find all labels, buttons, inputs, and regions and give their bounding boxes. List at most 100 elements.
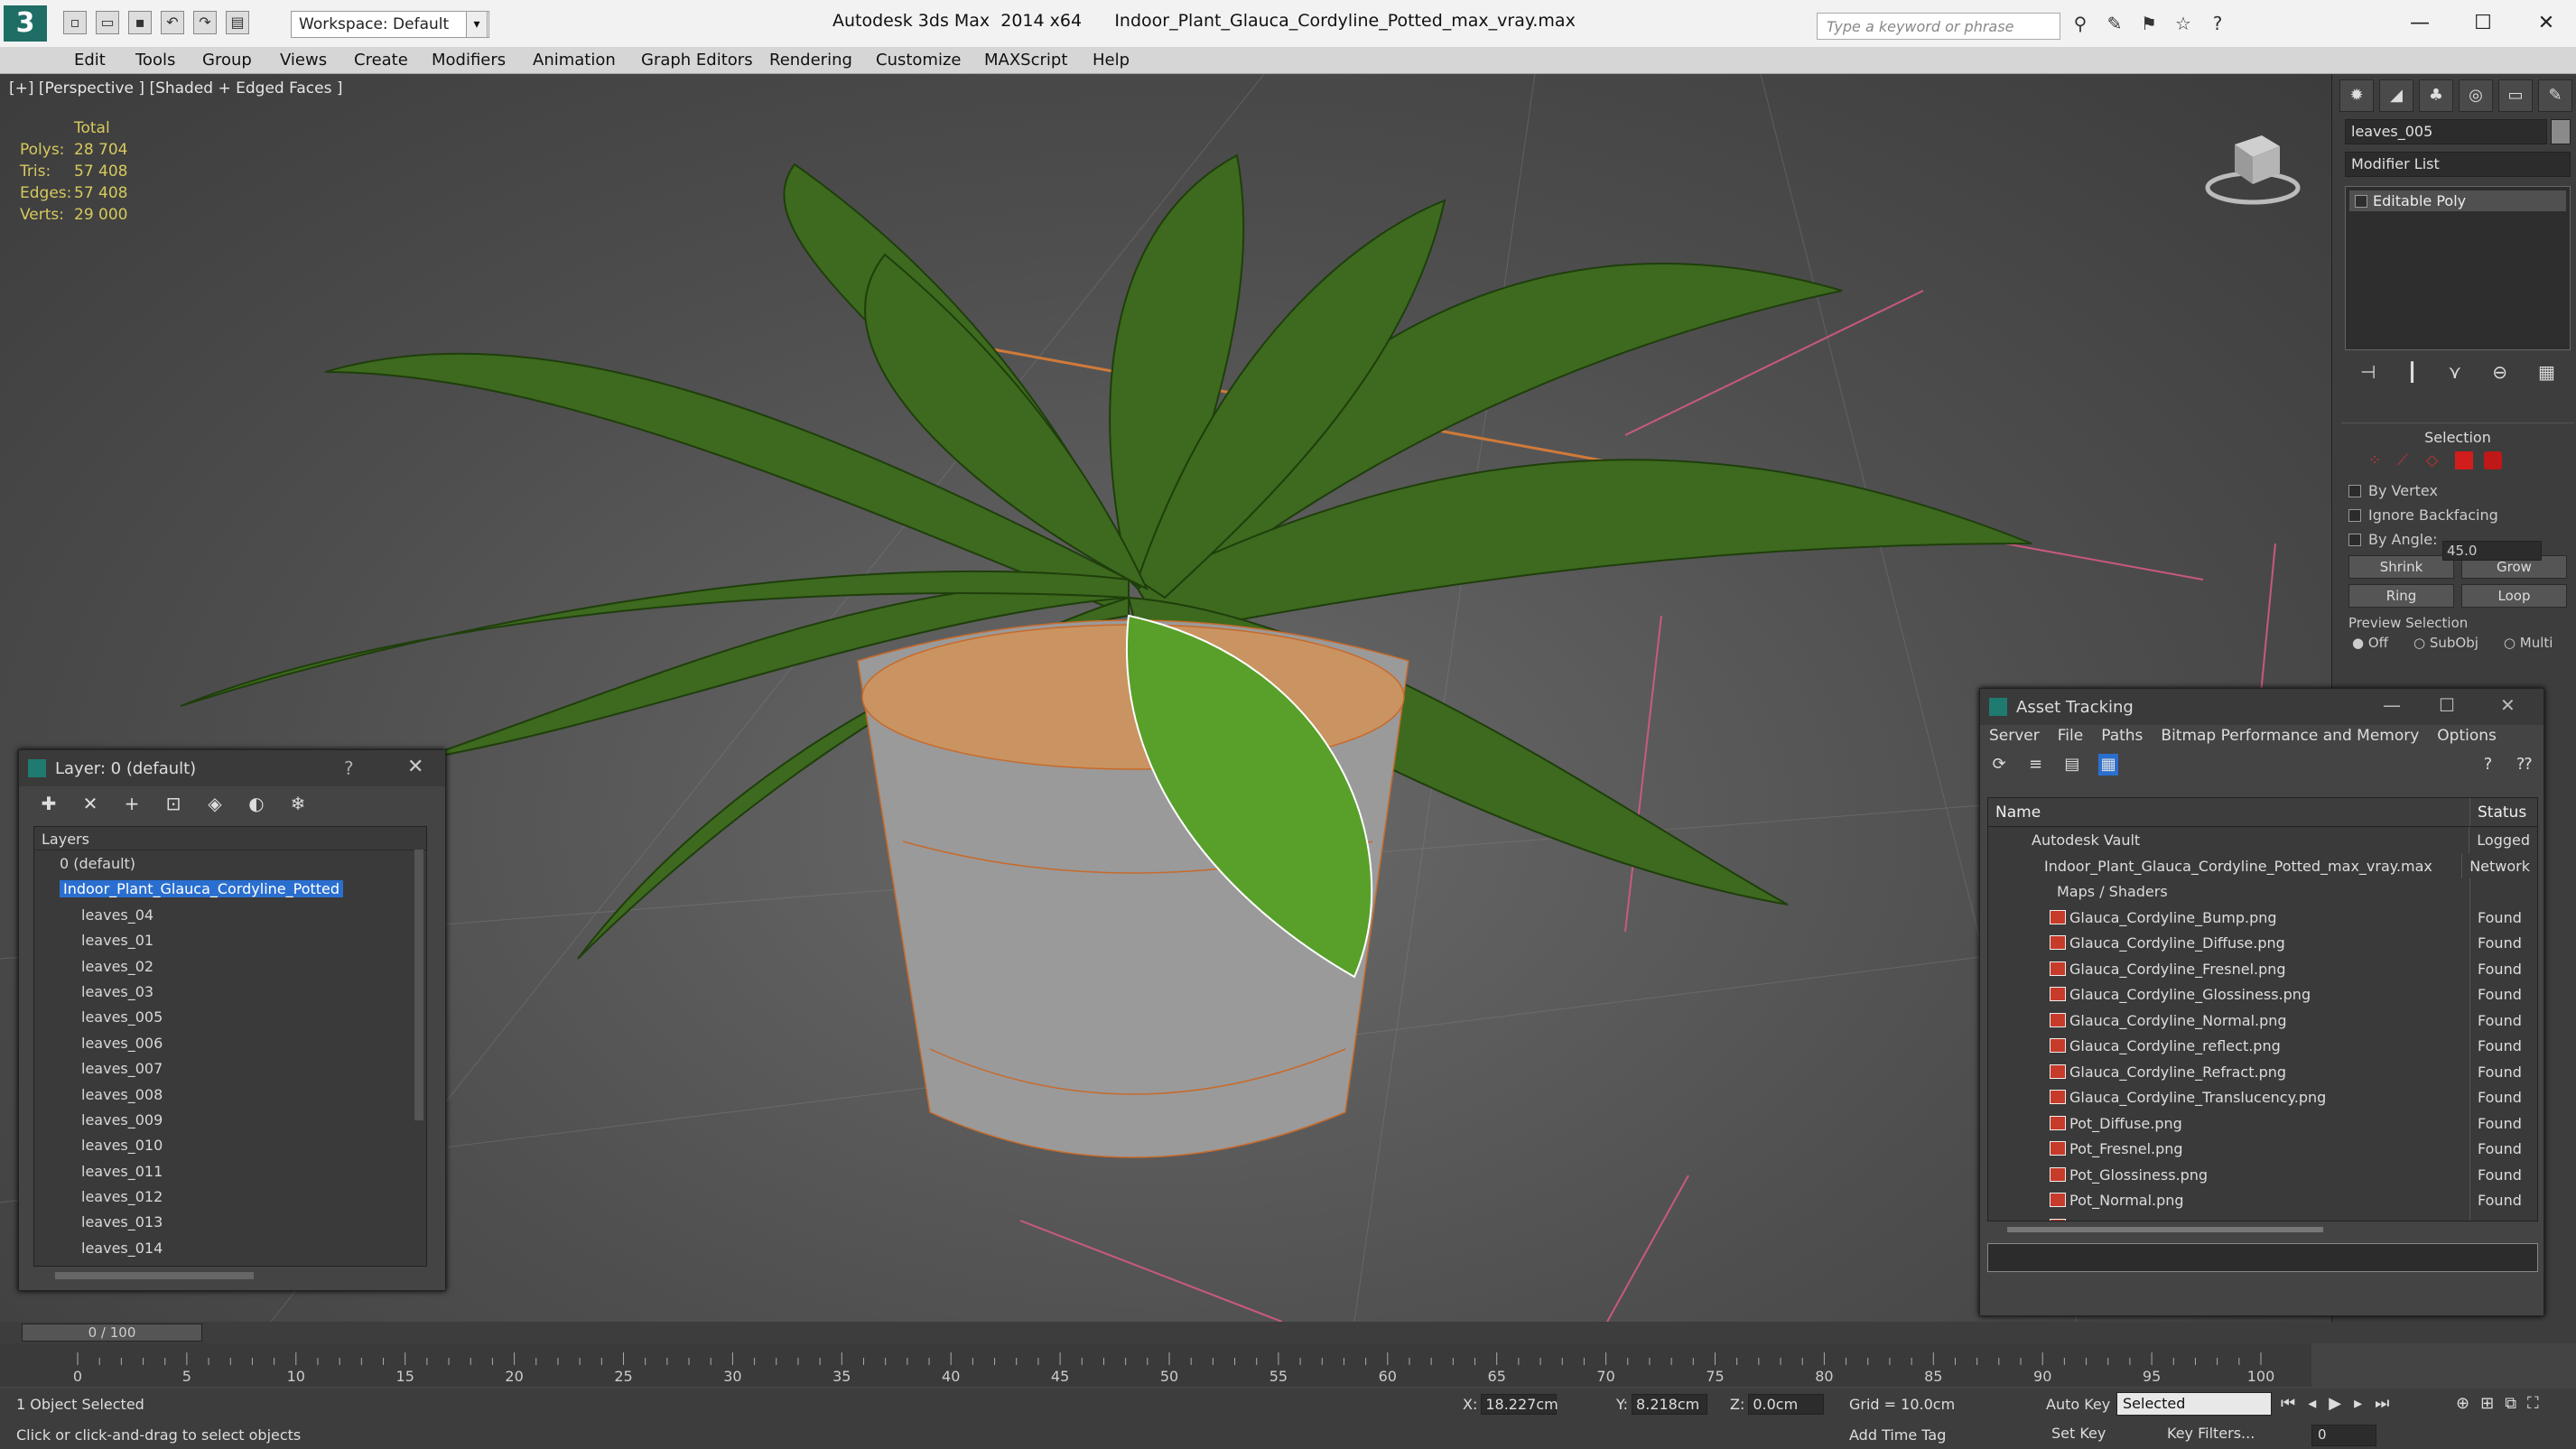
asset-row[interactable]: Maps / Shaders bbox=[1988, 878, 2537, 905]
polygon-icon[interactable] bbox=[2455, 451, 2473, 469]
layer-row[interactable]: Indoor_Plant_Glauca_Cordyline_Potted bbox=[34, 876, 426, 901]
zoom-icon[interactable]: ⊕ bbox=[2456, 1394, 2469, 1413]
edge-icon[interactable]: ⟋ bbox=[2397, 451, 2415, 469]
new-layer-icon[interactable]: ✚ bbox=[37, 792, 60, 815]
layer-row[interactable]: leaves_012 bbox=[34, 1184, 426, 1209]
status-column-header[interactable]: Status bbox=[2470, 798, 2534, 826]
menu-views[interactable]: Views bbox=[280, 51, 327, 70]
freeze-all-icon[interactable]: ❄ bbox=[286, 792, 310, 815]
maximize-viewport-icon[interactable]: ⛶ bbox=[2527, 1394, 2539, 1413]
auto-key-button[interactable]: Auto Key bbox=[2046, 1396, 2110, 1413]
details-view-icon[interactable]: ▤ bbox=[2062, 754, 2082, 776]
menu-rendering[interactable]: Rendering bbox=[769, 51, 852, 70]
layer-row[interactable]: leaves_005 bbox=[34, 1004, 426, 1029]
x-value[interactable]: 18.227cm bbox=[1481, 1394, 1558, 1415]
layer-row[interactable]: leaves_010 bbox=[34, 1132, 426, 1157]
menu-tools[interactable]: Tools bbox=[135, 51, 175, 70]
y-coordinate[interactable]: Y: 8.218cm bbox=[1616, 1394, 1708, 1415]
viewport-label[interactable]: [+] [Perspective ] [Shaded + Edged Faces… bbox=[9, 79, 342, 98]
add-time-tag-button[interactable]: Add Time Tag bbox=[1849, 1426, 1946, 1444]
open-file-icon[interactable]: ▭ bbox=[96, 11, 119, 34]
help-icon[interactable]: ? bbox=[2478, 754, 2497, 776]
layer-row[interactable]: leaves_007 bbox=[34, 1055, 426, 1081]
modify-tab-icon[interactable]: ◢ bbox=[2379, 79, 2413, 112]
hide-all-icon[interactable]: ◐ bbox=[245, 792, 268, 815]
show-end-result-icon[interactable]: ┃ bbox=[2406, 361, 2417, 383]
redo-icon[interactable]: ↷ bbox=[193, 11, 217, 34]
border-icon[interactable]: ◇ bbox=[2426, 451, 2444, 469]
y-value[interactable]: 8.218cm bbox=[1632, 1394, 1708, 1415]
hierarchy-tab-icon[interactable]: ♣ bbox=[2419, 79, 2453, 112]
table-view-icon[interactable]: ▦ bbox=[2097, 754, 2119, 776]
set-key-button[interactable]: Set Key bbox=[2051, 1425, 2106, 1442]
element-icon[interactable] bbox=[2484, 451, 2502, 469]
layer-row[interactable]: leaves_03 bbox=[34, 979, 426, 1004]
layers-column-header[interactable]: Layers bbox=[34, 827, 426, 850]
menu-maxscript[interactable]: MAXScript bbox=[984, 51, 1067, 70]
key-filters-button[interactable]: Key Filters... bbox=[2167, 1425, 2255, 1442]
refresh-icon[interactable]: ⟳ bbox=[1989, 754, 2009, 776]
vertex-icon[interactable]: ⁘ bbox=[2368, 451, 2386, 469]
stack-item-editable-poly[interactable]: Editable Poly bbox=[2349, 190, 2566, 211]
name-column-header[interactable]: Name bbox=[1988, 798, 2470, 826]
asset-row[interactable]: Pot_Specular.png Found bbox=[1988, 1212, 2537, 1221]
vertical-scrollbar[interactable] bbox=[414, 850, 423, 1120]
menu-customize[interactable]: Customize bbox=[876, 51, 961, 70]
list-view-icon[interactable]: ≡ bbox=[2025, 754, 2045, 776]
asset-row[interactable]: Glauca_Cordyline_Translucency.png Found bbox=[1988, 1084, 2537, 1110]
next-frame-icon[interactable]: ▸ bbox=[2354, 1394, 2362, 1413]
asset-row[interactable]: Pot_Fresnel.png Found bbox=[1988, 1136, 2537, 1162]
ignore-backfacing-checkbox[interactable]: Ignore Backfacing bbox=[2348, 506, 2567, 524]
communication-icon[interactable]: ⚑ bbox=[2136, 13, 2162, 38]
play-icon[interactable]: ▶ bbox=[2329, 1394, 2341, 1413]
asset-row[interactable]: Glauca_Cordyline_Refract.png Found bbox=[1988, 1058, 2537, 1084]
asset-row[interactable]: Pot_Normal.png Found bbox=[1988, 1187, 2537, 1213]
remove-modifier-icon[interactable]: ⊖ bbox=[2492, 361, 2507, 383]
project-folder-icon[interactable]: ▤ bbox=[226, 11, 249, 34]
create-tab-icon[interactable]: ✹ bbox=[2339, 79, 2374, 112]
app-logo-icon[interactable]: 3 bbox=[4, 5, 47, 42]
asset-window-titlebar[interactable]: Asset Tracking — ☐ ✕ bbox=[1980, 689, 2543, 725]
asset-row[interactable]: Glauca_Cordyline_Fresnel.png Found bbox=[1988, 955, 2537, 981]
display-tab-icon[interactable]: ▭ bbox=[2498, 79, 2533, 112]
shrink-button[interactable]: Shrink bbox=[2348, 555, 2454, 579]
minimize-icon[interactable]: — bbox=[2383, 694, 2401, 716]
layer-row[interactable]: leaves_04 bbox=[34, 902, 426, 927]
close-button[interactable]: ✕ bbox=[2526, 7, 2566, 40]
track-bar[interactable]: 0 5 10 15 20 25 30 35 40 45 50 55 60 65 70 75 80 85 90 95 10… bbox=[0, 1343, 2311, 1387]
favorites-icon[interactable]: ☆ bbox=[2171, 13, 2196, 38]
menu-file[interactable]: File bbox=[2058, 727, 2083, 748]
zoom-all-icon[interactable]: ⊞ bbox=[2480, 1394, 2494, 1413]
asset-row[interactable]: Glauca_Cordyline_Glossiness.png Found bbox=[1988, 981, 2537, 1008]
new-file-icon[interactable]: ▫ bbox=[63, 11, 87, 34]
current-frame-field[interactable]: 0 bbox=[2311, 1425, 2376, 1446]
zoom-extents-icon[interactable]: ⧉ bbox=[2505, 1394, 2516, 1413]
save-file-icon[interactable]: ▪ bbox=[128, 11, 152, 34]
z-coordinate[interactable]: Z: 0.0cm bbox=[1730, 1394, 1825, 1415]
whats-this-icon[interactable]: ⁇ bbox=[2515, 754, 2534, 776]
subscription-icon[interactable]: ✎ bbox=[2102, 13, 2127, 38]
chevron-down-icon[interactable]: ▾ bbox=[466, 11, 488, 38]
menu-group[interactable]: Group bbox=[202, 51, 252, 70]
loop-button[interactable]: Loop bbox=[2461, 584, 2567, 608]
time-slider[interactable]: 0 / 100 bbox=[22, 1324, 202, 1342]
layer-row[interactable]: leaves_008 bbox=[34, 1082, 426, 1107]
asset-row[interactable]: Autodesk Vault Logged bbox=[1988, 827, 2537, 853]
help-icon[interactable]: ? bbox=[344, 757, 354, 779]
search-input[interactable]: Type a keyword or phrase bbox=[1817, 13, 2060, 40]
modifier-list-dropdown[interactable]: Modifier List bbox=[2345, 152, 2571, 177]
go-to-start-icon[interactable]: ⏮ bbox=[2281, 1394, 2295, 1413]
asset-row[interactable]: Pot_Glossiness.png Found bbox=[1988, 1161, 2537, 1187]
help-icon[interactable]: ? bbox=[2205, 13, 2230, 38]
delete-layer-icon[interactable]: ✕ bbox=[79, 792, 102, 815]
add-to-layer-icon[interactable]: + bbox=[120, 792, 144, 815]
undo-icon[interactable]: ↶ bbox=[161, 11, 184, 34]
layer-row[interactable]: 0 (default) bbox=[34, 850, 426, 876]
binoculars-icon[interactable]: ⚲ bbox=[2068, 13, 2093, 38]
ring-button[interactable]: Ring bbox=[2348, 584, 2454, 608]
make-unique-icon[interactable]: ⋎ bbox=[2449, 361, 2462, 383]
key-mode-dropdown[interactable]: Selected bbox=[2116, 1392, 2272, 1416]
select-objects-icon[interactable]: ⊡ bbox=[162, 792, 185, 815]
layer-row[interactable]: leaves_011 bbox=[34, 1158, 426, 1184]
viewcube-icon[interactable] bbox=[2203, 117, 2302, 217]
